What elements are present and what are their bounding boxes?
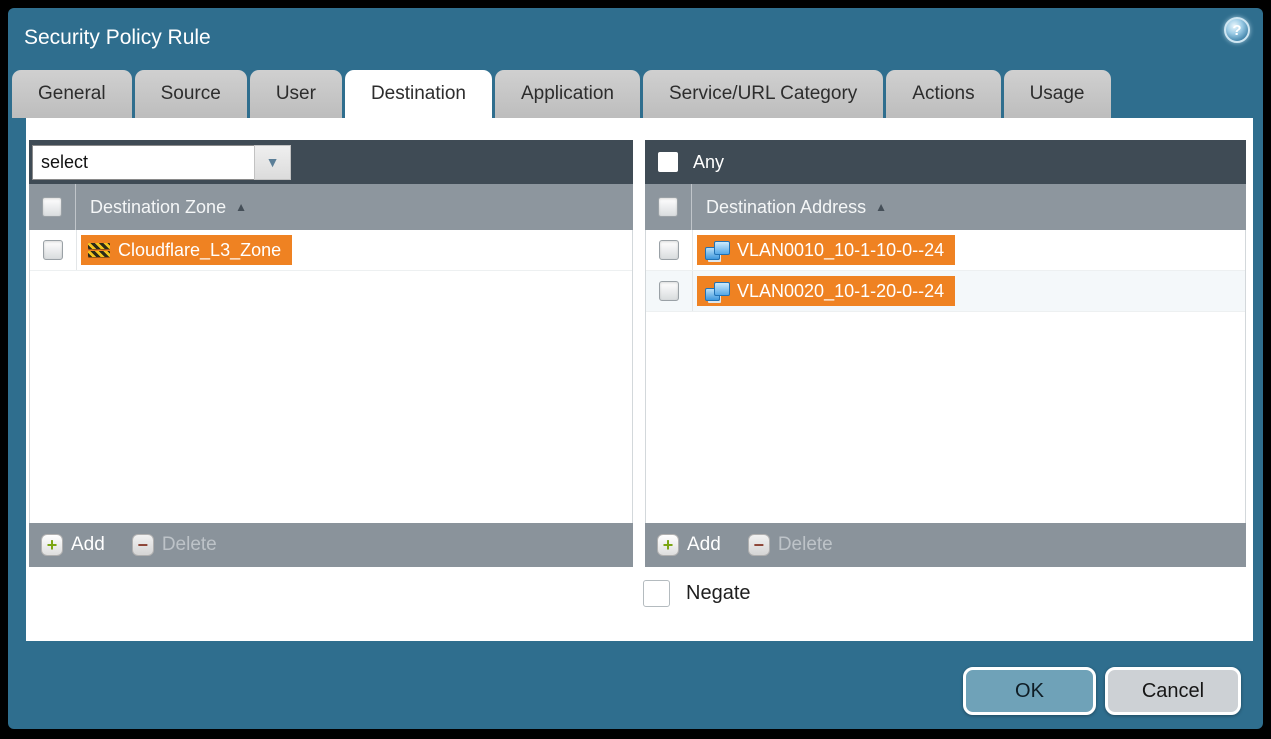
ok-button[interactable]: OK	[963, 667, 1096, 715]
tab-user[interactable]: User	[250, 70, 342, 118]
any-option: Any	[648, 152, 724, 173]
negate-checkbox[interactable]	[643, 580, 670, 607]
address-select-all-checkbox[interactable]	[658, 197, 678, 217]
zone-column-header: Destination Zone ▲	[29, 184, 633, 230]
screen-background: Security Policy Rule ? General Source Us…	[0, 0, 1271, 739]
address-column-header: Destination Address ▲	[645, 184, 1246, 230]
zone-delete-button[interactable]: − Delete	[132, 534, 217, 556]
zone-icon	[88, 242, 110, 258]
zone-item[interactable]: Cloudflare_L3_Zone	[81, 235, 292, 265]
zone-panel-toolbar: ▼	[29, 140, 633, 184]
zone-row: Cloudflare_L3_Zone	[30, 230, 632, 271]
destination-address-panel: Any Destination Address ▲	[645, 140, 1246, 567]
zone-panel-footer: + Add − Delete	[29, 523, 633, 567]
delete-icon: −	[132, 534, 154, 556]
destination-zone-panel: ▼ Destination Zone ▲	[29, 140, 633, 567]
address-item[interactable]: VLAN0010_10-1-10-0--24	[697, 235, 955, 265]
address-delete-label: Delete	[778, 534, 833, 556]
any-checkbox[interactable]	[658, 152, 678, 172]
tab-service-url-category[interactable]: Service/URL Category	[643, 70, 883, 118]
zone-select-dropdown-button[interactable]: ▼	[254, 145, 291, 180]
address-panel-toolbar: Any	[645, 140, 1246, 184]
tab-usage[interactable]: Usage	[1004, 70, 1111, 118]
address-row-checkbox-cell	[646, 271, 693, 311]
negate-label: Negate	[686, 582, 751, 605]
address-item-label: VLAN0010_10-1-10-0--24	[737, 240, 944, 261]
tab-application[interactable]: Application	[495, 70, 640, 118]
address-add-label: Add	[687, 534, 721, 556]
zone-select-all-cell	[29, 184, 76, 230]
help-icon[interactable]: ?	[1224, 17, 1250, 43]
dialog-title: Security Policy Rule	[24, 26, 211, 50]
address-row: VLAN0020_10-1-20-0--24	[646, 271, 1245, 312]
tab-actions[interactable]: Actions	[886, 70, 1000, 118]
tab-destination[interactable]: Destination	[345, 70, 492, 126]
zone-add-button[interactable]: + Add	[41, 534, 105, 556]
address-delete-button[interactable]: − Delete	[748, 534, 833, 556]
tab-source[interactable]: Source	[135, 70, 247, 118]
address-list: VLAN0010_10-1-10-0--24 VLAN0020_10-1-20-…	[645, 230, 1246, 523]
tab-general[interactable]: General	[12, 70, 132, 118]
sort-ascending-icon: ▲	[875, 200, 887, 214]
add-icon: +	[41, 534, 63, 556]
zone-add-label: Add	[71, 534, 105, 556]
address-row-checkbox[interactable]	[659, 281, 679, 301]
cancel-button[interactable]: Cancel	[1105, 667, 1241, 715]
chevron-down-icon: ▼	[266, 154, 280, 170]
zone-row-checkbox[interactable]	[43, 240, 63, 260]
network-icon	[704, 281, 729, 302]
zone-column-label[interactable]: Destination Zone	[90, 197, 226, 218]
address-column-label[interactable]: Destination Address	[706, 197, 866, 218]
address-item-label: VLAN0020_10-1-20-0--24	[737, 281, 944, 302]
add-icon: +	[657, 534, 679, 556]
security-policy-rule-dialog: Security Policy Rule ? General Source Us…	[8, 8, 1263, 729]
sort-ascending-icon: ▲	[235, 200, 247, 214]
zone-item-label: Cloudflare_L3_Zone	[118, 240, 281, 261]
address-add-button[interactable]: + Add	[657, 534, 721, 556]
negate-option: Negate	[643, 580, 751, 607]
zone-list: Cloudflare_L3_Zone	[29, 230, 633, 523]
zone-select-input[interactable]	[32, 145, 254, 180]
delete-icon: −	[748, 534, 770, 556]
address-row-checkbox-cell	[646, 230, 693, 270]
destination-tab-content: ▼ Destination Zone ▲	[26, 118, 1253, 641]
network-icon	[704, 240, 729, 261]
address-item[interactable]: VLAN0020_10-1-20-0--24	[697, 276, 955, 306]
address-row-checkbox[interactable]	[659, 240, 679, 260]
zone-select-all-checkbox[interactable]	[42, 197, 62, 217]
zone-row-checkbox-cell	[30, 230, 77, 270]
address-panel-footer: + Add − Delete	[645, 523, 1246, 567]
address-row: VLAN0010_10-1-10-0--24	[646, 230, 1245, 271]
zone-delete-label: Delete	[162, 534, 217, 556]
address-select-all-cell	[645, 184, 692, 230]
any-label: Any	[693, 152, 724, 173]
